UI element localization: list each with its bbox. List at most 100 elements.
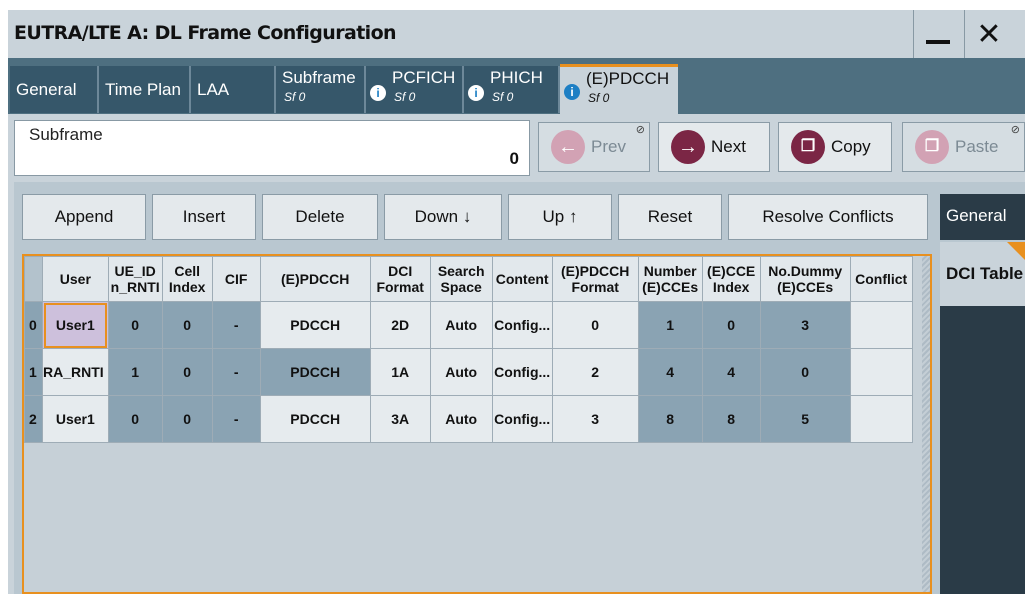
column-header[interactable]: (E)PDCCH Format — [551, 256, 639, 302]
subframe-label: Subframe — [29, 125, 103, 144]
reset-button[interactable]: Reset — [618, 194, 722, 240]
cell-search-space[interactable]: Auto — [429, 395, 493, 443]
prev-button[interactable]: ← Prev ⊘ — [538, 122, 650, 172]
vertical-scrollbar[interactable] — [922, 256, 930, 592]
next-button[interactable]: → Next — [658, 122, 770, 172]
cell-cif[interactable]: - — [211, 301, 261, 349]
copy-button[interactable]: ❐ Copy — [778, 122, 892, 172]
cell-user[interactable]: RA_RNTI — [42, 348, 109, 396]
append-button[interactable]: Append — [22, 194, 146, 240]
window-title: EUTRA/LTE A: DL Frame Configuration — [14, 22, 397, 44]
paste-icon: ❐ — [915, 130, 949, 164]
column-header-text: Cell Index — [168, 263, 206, 295]
column-header[interactable]: Conflict — [849, 256, 913, 302]
resolve-conflicts-button[interactable]: Resolve Conflicts — [728, 194, 928, 240]
tab-phich[interactable]: i PHICH Sf 0 — [464, 66, 560, 113]
tab-subframe[interactable]: Subframe Sf 0 — [276, 66, 366, 113]
subframe-field[interactable]: Subframe 0 — [14, 120, 530, 176]
cell-cif[interactable]: - — [211, 348, 261, 396]
tab-time-plan[interactable]: Time Plan — [99, 66, 191, 113]
cell-ue-id[interactable]: 0 — [107, 301, 163, 349]
tab-label: General — [16, 80, 77, 99]
close-button[interactable]: ✕ — [964, 10, 1013, 58]
table-row[interactable]: 0 User1 0 0 - PDCCH 2D Auto Config... 0 … — [24, 301, 913, 349]
insert-button[interactable]: Insert — [152, 194, 256, 240]
cell-cell-index[interactable]: 0 — [161, 395, 213, 443]
cell-content[interactable]: Config... — [491, 301, 553, 349]
dci-table: User UE_ID n_RNTI Cell Index CIF (E)PDCC… — [22, 254, 932, 594]
cell-pdcch-format[interactable]: 0 — [551, 301, 639, 349]
cell-pdcch[interactable]: PDCCH — [259, 348, 371, 396]
column-header[interactable]: Number (E)CCEs — [637, 256, 703, 302]
arrow-right-icon: → — [671, 130, 705, 164]
column-header[interactable]: Content — [491, 256, 553, 302]
disabled-indicator-icon: ⊘ — [635, 124, 645, 136]
cell-dummy-cces[interactable]: 0 — [759, 348, 851, 396]
cell-number-cces[interactable]: 1 — [637, 301, 703, 349]
cell-pdcch[interactable]: PDCCH — [259, 301, 371, 349]
paste-button[interactable]: ❐ Paste ⊘ — [902, 122, 1025, 172]
cell-ue-id[interactable]: 0 — [107, 395, 163, 443]
tab-epdcch[interactable]: i (E)PDCCH Sf 0 — [560, 64, 678, 114]
cell-pdcch[interactable]: PDCCH — [259, 395, 371, 443]
cell-cell-index[interactable]: 0 — [161, 301, 213, 349]
column-header[interactable]: (E)CCE Index — [701, 256, 761, 302]
delete-button[interactable]: Delete — [262, 194, 378, 240]
tab-sublabel: Sf 0 — [284, 90, 306, 104]
tab-laa[interactable]: LAA — [191, 66, 276, 113]
cell-dummy-cces[interactable]: 3 — [759, 301, 851, 349]
cell-conflict[interactable] — [849, 348, 913, 396]
cell-dci-format[interactable]: 1A — [369, 348, 431, 396]
cell-ue-id[interactable]: 1 — [107, 348, 163, 396]
side-tab-general[interactable]: General — [940, 194, 1025, 240]
minimize-button[interactable] — [913, 10, 962, 58]
header-corner — [24, 256, 43, 302]
cell-pdcch-format[interactable]: 3 — [551, 395, 639, 443]
subframe-panel: Subframe 0 ← Prev ⊘ → Next ❐ Copy ❐ Past… — [8, 114, 1025, 180]
cell-cell-index[interactable]: 0 — [161, 348, 213, 396]
tab-label: (E)PDCCH — [586, 69, 670, 88]
column-header[interactable]: DCI Format — [369, 256, 431, 302]
cell-user[interactable]: User1 — [42, 395, 109, 443]
cell-cif[interactable]: - — [211, 395, 261, 443]
cell-cce-index[interactable]: 0 — [701, 301, 761, 349]
cell-search-space[interactable]: Auto — [429, 301, 493, 349]
copy-icon: ❐ — [791, 130, 825, 164]
cell-number-cces[interactable]: 8 — [637, 395, 703, 443]
close-icon: ✕ — [976, 17, 1002, 51]
cell-cce-index[interactable]: 4 — [701, 348, 761, 396]
cell-conflict[interactable] — [849, 301, 913, 349]
column-header[interactable]: Cell Index — [161, 256, 213, 302]
cell-user[interactable]: User1 — [42, 301, 109, 349]
cell-content[interactable]: Config... — [491, 395, 553, 443]
tab-sublabel: Sf 0 — [394, 90, 416, 104]
table-row[interactable]: 1 RA_RNTI 1 0 - PDCCH 1A Auto Config... … — [24, 348, 913, 396]
move-down-button[interactable]: Down ↓ — [384, 194, 502, 240]
cell-pdcch-format[interactable]: 2 — [551, 348, 639, 396]
cell-dummy-cces[interactable]: 5 — [759, 395, 851, 443]
column-header[interactable]: Search Space — [429, 256, 493, 302]
column-header-text: (E)PDCCH Format — [560, 263, 630, 295]
tab-pcfich[interactable]: i PCFICH Sf 0 — [366, 66, 464, 113]
active-marker — [1007, 242, 1025, 260]
side-tab-dci-table[interactable]: DCI Table — [940, 242, 1025, 306]
tab-label: LAA — [197, 80, 230, 99]
cell-conflict[interactable] — [849, 395, 913, 443]
move-up-button[interactable]: Up ↑ — [508, 194, 612, 240]
column-header[interactable]: No.Dummy (E)CCEs — [759, 256, 851, 302]
tab-general[interactable]: General — [10, 66, 99, 113]
cell-dci-format[interactable]: 2D — [369, 301, 431, 349]
column-header[interactable]: (E)PDCCH — [259, 256, 371, 302]
column-header[interactable]: UE_ID n_RNTI — [107, 256, 163, 302]
table-row[interactable]: 2 User1 0 0 - PDCCH 3A Auto Config... 3 … — [24, 395, 913, 443]
paste-label: Paste — [955, 137, 999, 156]
cell-content[interactable]: Config... — [491, 348, 553, 396]
cell-cce-index[interactable]: 8 — [701, 395, 761, 443]
cell-search-space[interactable]: Auto — [429, 348, 493, 396]
column-header[interactable]: User — [42, 256, 109, 302]
cell-number-cces[interactable]: 4 — [637, 348, 703, 396]
side-tab-label: DCI Table — [946, 264, 1024, 283]
cell-dci-format[interactable]: 3A — [369, 395, 431, 443]
tab-label: PCFICH — [392, 68, 456, 87]
column-header[interactable]: CIF — [211, 256, 261, 302]
